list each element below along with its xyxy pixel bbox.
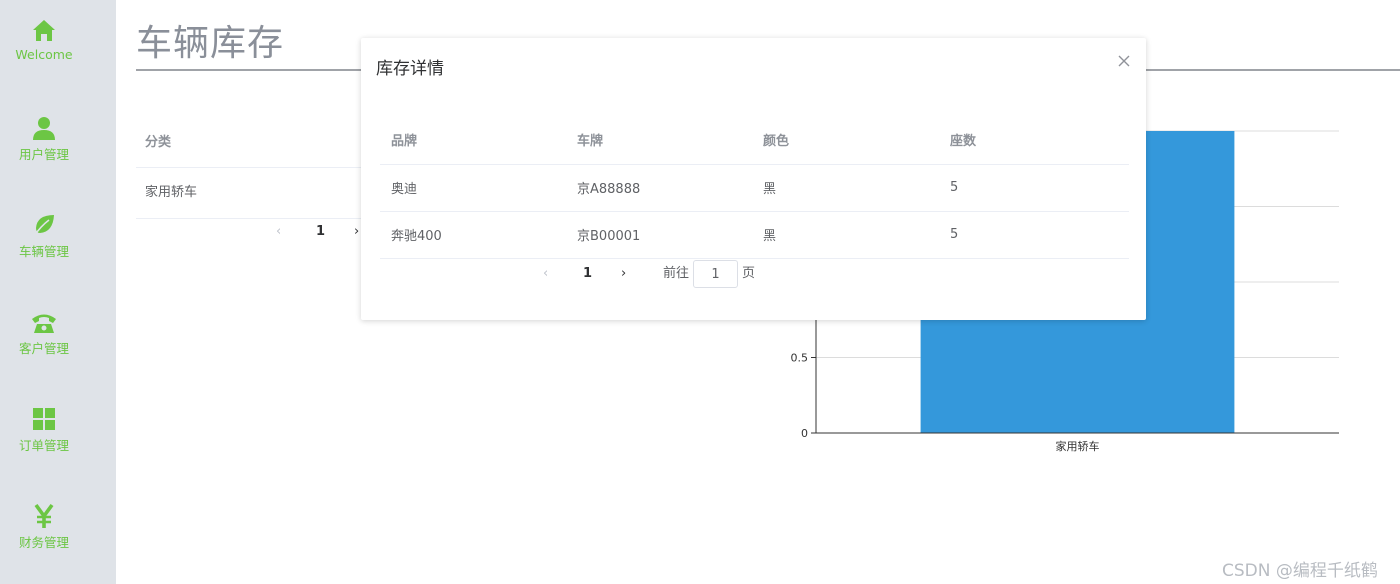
nav-order-management[interactable]: 订单管理 [0, 406, 88, 454]
grid-icon [33, 408, 55, 430]
close-icon[interactable] [1117, 54, 1131, 68]
yen-icon [34, 503, 54, 528]
sidebar: Welcome 用户管理 车辆管理 客户管理 订单管理 财务管理 [0, 0, 116, 584]
nav-finance-management-label: 财务管理 [18, 535, 69, 550]
nav-customer-management[interactable]: 客户管理 [0, 309, 88, 357]
column-header-color: 颜色 [752, 116, 939, 165]
watermark: CSDN @编程千纸鹤 [1222, 561, 1378, 581]
page-number[interactable]: 1 [583, 260, 592, 288]
page-title: 车辆库存 [136, 23, 285, 64]
cell-seats: 5 [939, 164, 1129, 212]
nav-order-management-label: 订单管理 [18, 438, 69, 453]
leaf-icon [33, 215, 54, 237]
nav-finance-management[interactable]: 财务管理 [0, 503, 88, 551]
column-header-brand: 品牌 [380, 116, 566, 165]
cell-brand: 奥迪 [380, 164, 566, 212]
inventory-detail-dialog: 库存详情 品牌 车牌 颜色 座数 奥迪 京A88888 黑 5 奔驰400 京B… [361, 38, 1146, 320]
nav-welcome-label: Welcome [15, 47, 73, 62]
table-header-row: 品牌 车牌 颜色 座数 [380, 116, 1129, 165]
cell-plate: 京B00001 [566, 211, 752, 259]
category-page-number[interactable]: 1 [316, 224, 325, 239]
goto-page-input[interactable] [693, 260, 738, 288]
x-tick-label: 家用轿车 [1056, 439, 1100, 453]
cell-plate: 京A88888 [566, 164, 752, 212]
column-header-plate: 车牌 [566, 116, 752, 165]
next-page-button[interactable]: › [621, 260, 626, 288]
table-row[interactable]: 奔驰400 京B00001 黑 5 [380, 211, 1129, 259]
cell-color: 黑 [752, 211, 939, 259]
prev-page-button[interactable]: ‹ [543, 260, 548, 288]
category-next-button[interactable]: › [354, 224, 359, 239]
nav-vehicle-management[interactable]: 车辆管理 [0, 212, 88, 260]
app-page: Welcome 用户管理 车辆管理 客户管理 订单管理 财务管理 车辆库存 分类… [0, 0, 1400, 584]
nav-welcome[interactable]: Welcome [0, 18, 88, 62]
nav-customer-management-label: 客户管理 [18, 341, 69, 356]
cell-color: 黑 [752, 164, 939, 212]
table-row[interactable]: 奥迪 京A88888 黑 5 [380, 164, 1129, 212]
category-prev-button[interactable]: ‹ [276, 224, 281, 239]
nav-vehicle-management-label: 车辆管理 [18, 244, 69, 259]
category-table-header: 分类 [136, 118, 366, 168]
cell-seats: 5 [939, 211, 1129, 259]
nav-user-management[interactable]: 用户管理 [0, 115, 88, 163]
category-table-row[interactable]: 家用轿车 [136, 168, 366, 219]
cell-brand: 奔驰400 [380, 211, 566, 259]
page-suffix-label: 页 [742, 266, 756, 281]
user-icon [33, 117, 55, 140]
home-icon [33, 20, 55, 41]
column-header-seats: 座数 [939, 116, 1129, 165]
phone-icon [32, 314, 56, 333]
nav-user-management-label: 用户管理 [18, 147, 69, 162]
goto-label: 前往 [663, 266, 690, 281]
y-tick-label: 0 [801, 427, 808, 440]
inventory-detail-table: 品牌 车牌 颜色 座数 奥迪 京A88888 黑 5 奔驰400 京B00001… [380, 116, 1129, 259]
y-tick-label: 0.5 [791, 352, 809, 365]
dialog-title: 库存详情 [376, 59, 444, 79]
category-table: 分类 家用轿车 [136, 118, 366, 219]
